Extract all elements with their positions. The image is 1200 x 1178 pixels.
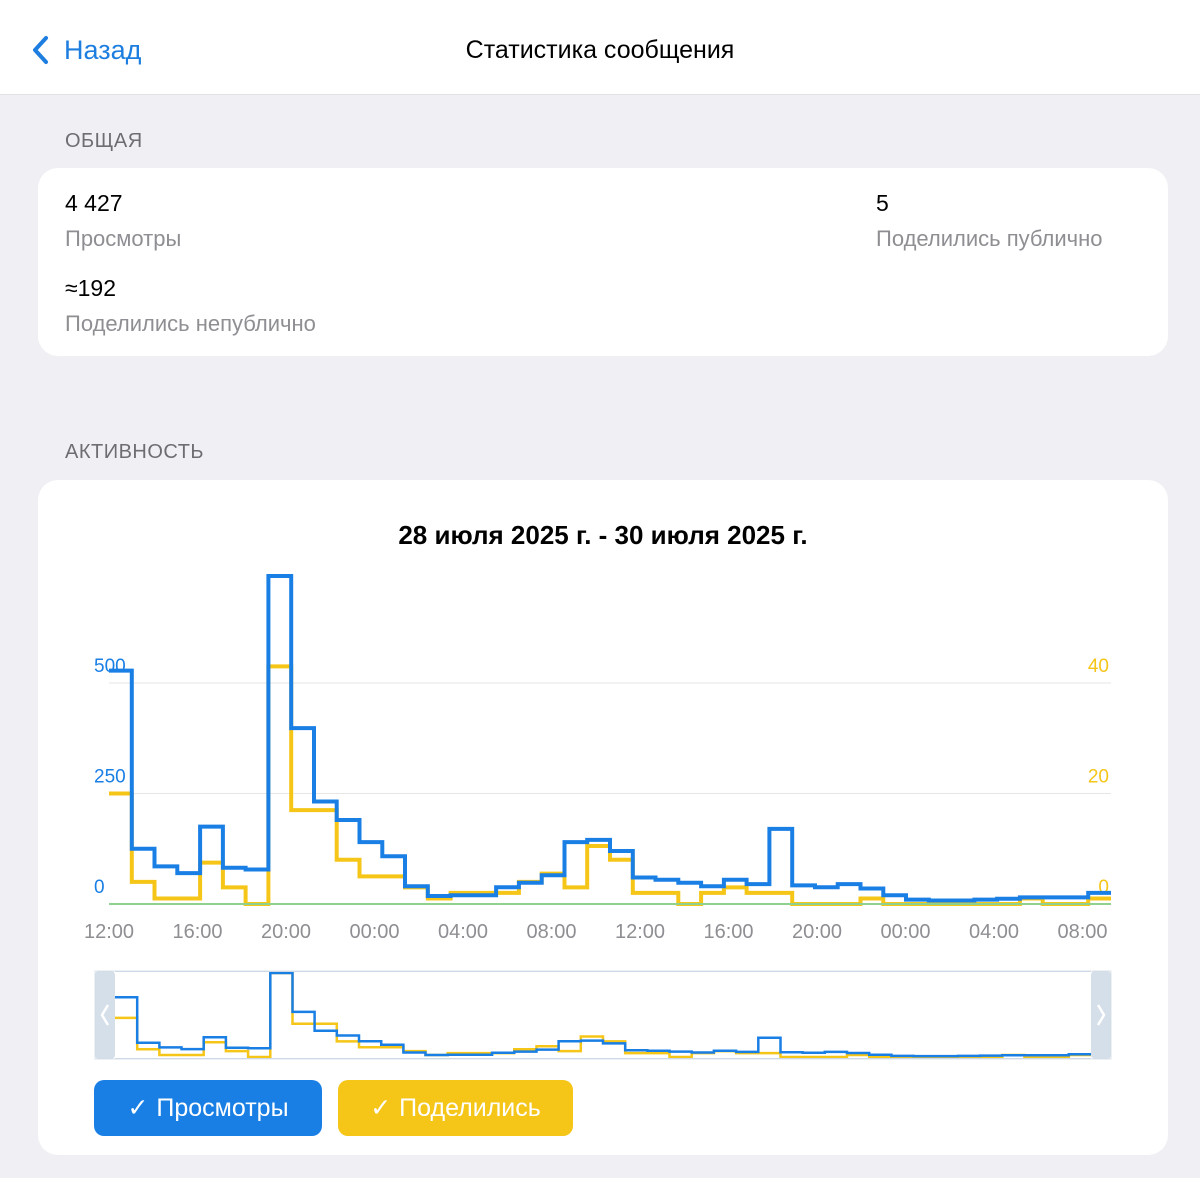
x-tick-label: 00:00 [349,921,399,943]
toggle-shares-button[interactable]: ✓ Поделились [338,1080,573,1136]
x-tick-label: 16:00 [703,921,753,943]
checkmark-icon: ✓ [370,1094,392,1122]
public-shares-value: 5 [876,190,889,216]
x-tick-label: 04:00 [969,921,1019,943]
x-tick-label: 00:00 [880,921,930,943]
x-tick-label: 16:00 [172,921,222,943]
private-shares-value: ≈192 [65,275,116,301]
x-tick-label: 08:00 [526,921,576,943]
public-shares-label: Поделились публично [876,226,1103,251]
overview-section-header: ОБЩАЯ [65,130,143,152]
x-tick-label: 20:00 [261,921,311,943]
y-left-tick-label: 500 [94,656,126,677]
y-left-tick-label: 0 [94,877,105,898]
y-right-tick-label: 20 [1088,767,1109,788]
navigator-frame [94,970,1112,1060]
activity-card: 28 июля 2025 г. - 30 июля 2025 г. 0 250 50… [38,480,1168,1155]
overview-card: 4 427 Просмотры 5 Поделились публично ≈1… [38,168,1168,356]
activity-chart: 02505000204012:00 16:00 20:00 00:00 04:00 08:… [84,574,1112,1060]
navigation-bar: Назад Статистика сообщения [0,0,1200,95]
x-tick-label: 12:00 [615,921,665,943]
toggle-views-label: Просмотры [156,1093,289,1122]
y-left-tick-label: 250 [94,767,126,788]
toggle-views-button[interactable]: ✓ Просмотры [94,1080,322,1136]
x-tick-label: 20:00 [792,921,842,943]
activity-section-header: АКТИВНОСТЬ [65,441,205,463]
x-tick-label: 04:00 [438,921,488,943]
views-value: 4 427 [65,190,123,216]
private-shares-label: Поделились непублично [65,311,316,336]
x-tick-label: 12:00 [84,921,134,943]
checkmark-icon: ✓ [127,1094,149,1122]
toggle-shares-label: Поделились [399,1093,541,1122]
x-tick-label: 08:00 [1057,921,1107,943]
series-line-views [109,574,1111,903]
page-title: Статистика сообщения [465,36,735,64]
views-label: Просмотры [65,226,182,251]
navigator-handle-left[interactable] [95,971,115,1059]
navigator-handle-right[interactable] [1091,971,1111,1059]
y-right-tick-label: 40 [1088,656,1109,677]
